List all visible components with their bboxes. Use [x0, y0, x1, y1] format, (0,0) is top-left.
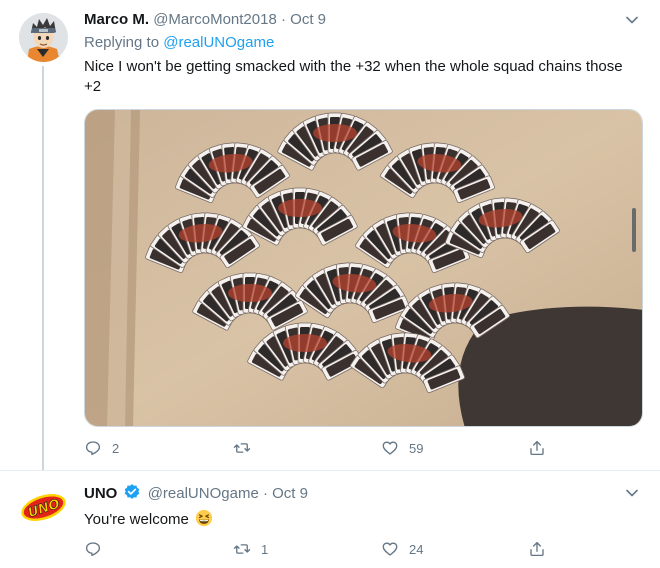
tweet-uno[interactable]: UNO UNO @realUNOgame · Oct 9 You're welc… — [0, 470, 660, 568]
chevron-down-icon[interactable] — [624, 12, 640, 28]
avatar[interactable] — [19, 13, 68, 62]
retweet-icon — [233, 443, 251, 453]
avatar[interactable]: UNO — [19, 483, 68, 532]
mention-link[interactable]: @realUNOgame — [163, 34, 274, 51]
timestamp[interactable]: Oct 9 — [290, 11, 326, 28]
display-name[interactable]: UNO — [84, 485, 117, 502]
timestamp[interactable]: Oct 9 — [272, 485, 308, 502]
like-count: 24 — [409, 541, 424, 557]
reply-prefix: Replying to — [84, 34, 160, 51]
retweet-icon — [233, 544, 251, 554]
tweet-marco[interactable]: Marco M. @MarcoMont2018 · Oct 9 Replying… — [0, 0, 660, 471]
reply-icon — [85, 542, 101, 557]
grinning-squinting-face-emoji — [195, 509, 213, 527]
replying-to: Replying to @realUNOgame — [84, 33, 640, 53]
retweet-count: 1 — [261, 541, 269, 557]
reply-icon — [85, 441, 101, 456]
tweet-text-content: You're welcome — [84, 511, 189, 528]
tweet-text: You're welcome — [84, 509, 640, 530]
separator-dot: · — [262, 485, 268, 502]
like-icon — [382, 542, 398, 556]
handle[interactable]: @MarcoMont2018 — [153, 11, 277, 28]
share-button[interactable] — [528, 437, 546, 459]
handle[interactable]: @realUNOgame — [148, 485, 259, 502]
separator-dot: · — [280, 11, 286, 28]
thread-line — [42, 66, 44, 471]
retweet-button[interactable] — [233, 437, 261, 459]
tweet-text: Nice I won't be getting smacked with the… — [84, 58, 623, 95]
tweet-header: UNO @realUNOgame · Oct 9 — [84, 483, 640, 504]
like-icon — [382, 441, 398, 455]
tweet-actions: 1 24 — [84, 538, 554, 560]
tweet-image[interactable] — [84, 109, 643, 427]
verified-badge-icon — [124, 484, 139, 499]
reply-button[interactable]: 2 — [84, 437, 119, 459]
share-button[interactable] — [528, 538, 546, 560]
share-icon — [530, 440, 544, 456]
like-button[interactable]: 59 — [381, 437, 423, 459]
display-name[interactable]: Marco M. — [84, 11, 149, 28]
tweet-header: Marco M. @MarcoMont2018 · Oct 9 — [84, 10, 640, 30]
reply-button[interactable] — [84, 538, 112, 560]
share-icon — [530, 541, 544, 557]
like-count: 59 — [409, 440, 424, 456]
tweet-actions: 2 59 — [84, 437, 554, 459]
retweet-button[interactable]: 1 — [233, 538, 268, 560]
reply-count: 2 — [112, 440, 120, 456]
tweet-body: Marco M. @MarcoMont2018 · Oct 9 Replying… — [84, 10, 640, 97]
stacked-cards-photo — [85, 110, 642, 426]
tweet-body: UNO @realUNOgame · Oct 9 You're welcome — [84, 483, 640, 530]
like-button[interactable]: 24 — [381, 538, 423, 560]
chevron-down-icon[interactable] — [624, 485, 640, 501]
